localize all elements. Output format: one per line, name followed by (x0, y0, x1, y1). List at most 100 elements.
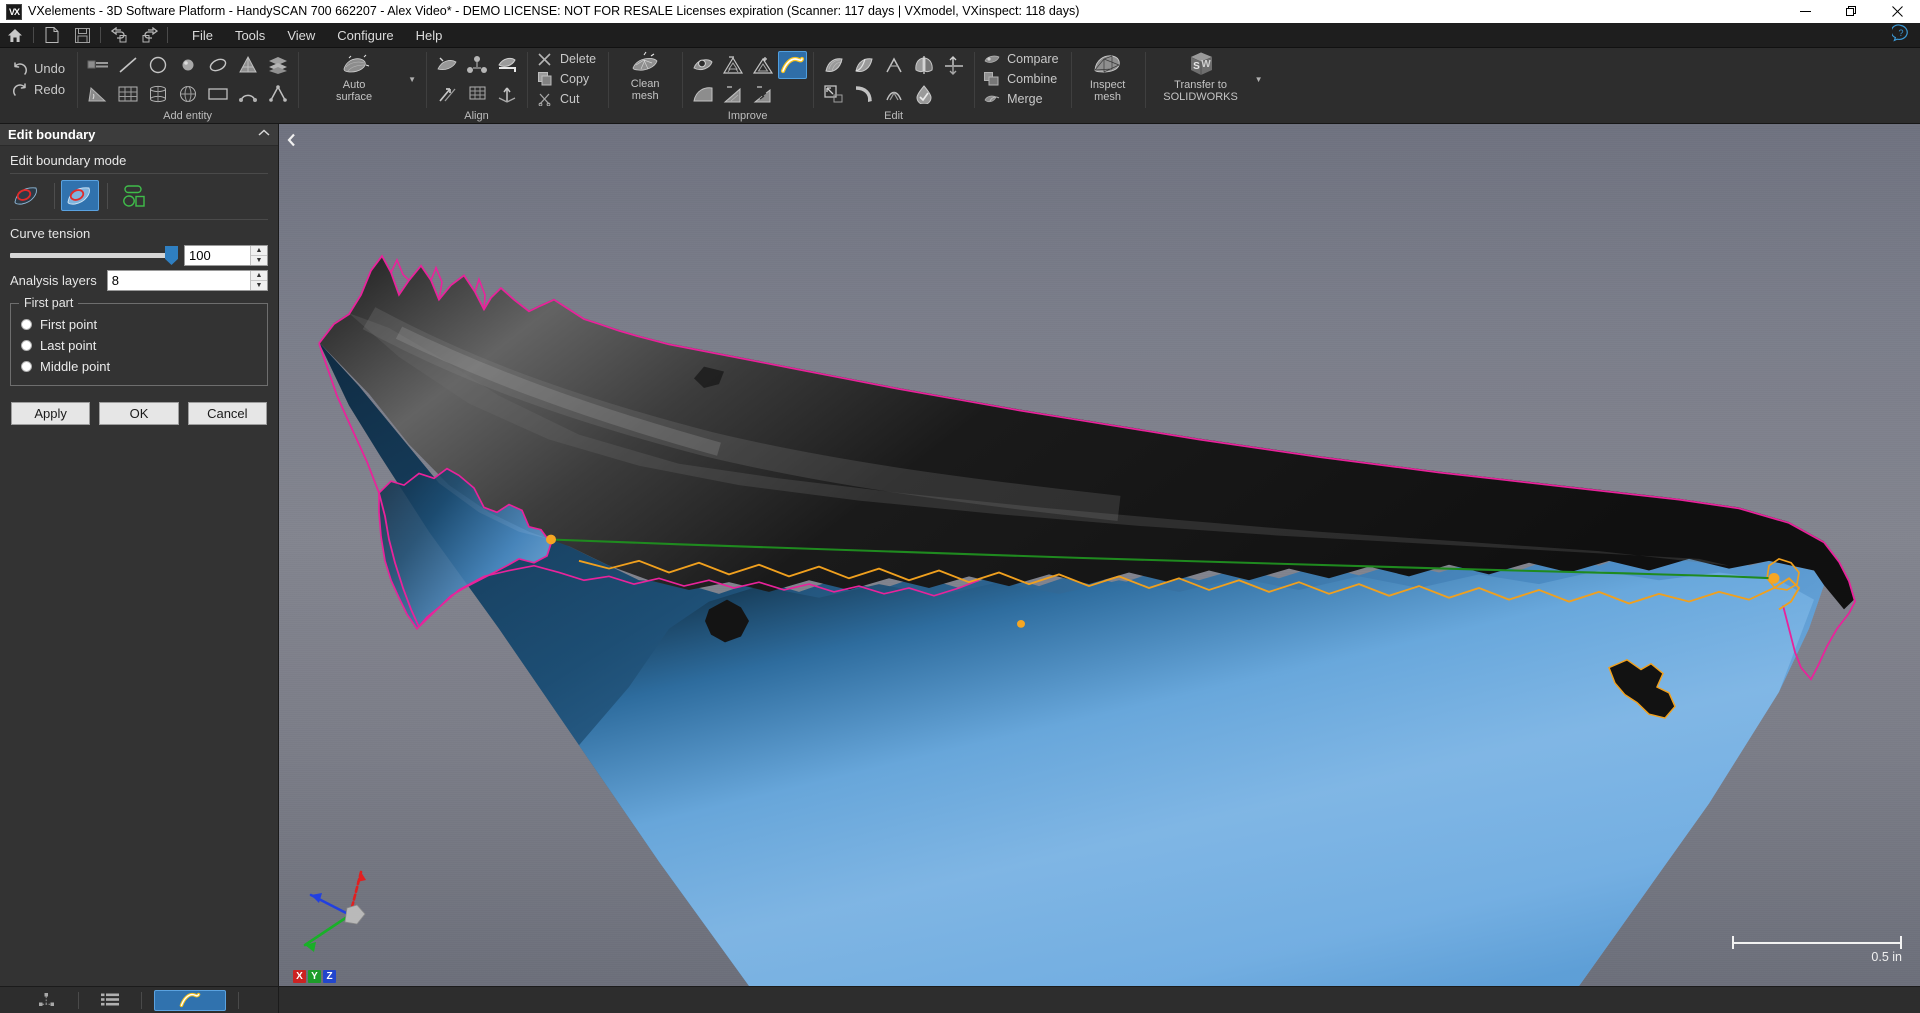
edit-boundary-icon[interactable] (778, 51, 807, 79)
delete-button[interactable]: Delete (533, 50, 602, 69)
analysis-layers-label: Analysis layers (10, 273, 97, 288)
close-button[interactable] (1874, 0, 1920, 23)
axis-align-icon[interactable] (492, 80, 521, 108)
fix-icon[interactable] (909, 80, 938, 108)
menu-item-configure[interactable]: Configure (326, 23, 404, 48)
scale-icon[interactable] (819, 80, 848, 108)
line-icon[interactable] (113, 51, 142, 79)
best-fit-align-icon[interactable] (432, 51, 461, 79)
curve-tension-decrement-button[interactable]: ▼ (251, 256, 267, 266)
radio-last-point[interactable]: Last point (19, 335, 259, 356)
3d-viewport[interactable]: X Y Z 0.5 in (279, 124, 1920, 986)
list-view-button[interactable] (91, 990, 129, 1011)
boundary-free-mode-button[interactable] (8, 180, 46, 211)
decimate-icon[interactable] (718, 51, 747, 79)
angle-icon[interactable] (263, 80, 292, 108)
menu-item-tools[interactable]: Tools (224, 23, 276, 48)
clean-mesh-button[interactable]: Cleanmesh (614, 48, 676, 110)
cone-icon[interactable] (233, 51, 262, 79)
grid-align-icon[interactable] (462, 80, 491, 108)
scale-bar-line (1732, 936, 1902, 949)
curve-tension-increment-button[interactable]: ▲ (251, 246, 267, 256)
combine-button[interactable]: Combine (980, 70, 1064, 89)
ellipse-icon[interactable] (203, 51, 232, 79)
cylinder-icon[interactable] (143, 80, 172, 108)
smooth-icon[interactable] (688, 80, 717, 108)
rectangle-icon[interactable] (203, 80, 232, 108)
plane-align-icon[interactable] (492, 51, 521, 79)
curve-tension-value[interactable]: 100 (185, 246, 250, 265)
axis-label-z: Z (323, 970, 336, 983)
ok-button[interactable]: OK (99, 402, 178, 425)
curve-tension-slider-thumb[interactable] (165, 246, 178, 265)
mirror-icon[interactable] (909, 51, 938, 79)
fillet-icon[interactable] (849, 80, 878, 108)
trim-surface-icon[interactable] (849, 51, 878, 79)
apply-button[interactable]: Apply (11, 402, 90, 425)
undo-arrow-icon (12, 62, 28, 76)
move-align-icon[interactable] (432, 80, 461, 108)
menu-item-help[interactable]: Help (405, 23, 454, 48)
first-part-legend: First part (19, 296, 78, 310)
menu-item-file[interactable]: File (181, 23, 224, 48)
redo-button[interactable]: Redo (6, 80, 71, 99)
undo-button[interactable]: Undo (6, 59, 71, 78)
curve-tension-slider[interactable] (10, 253, 174, 258)
sharpen-icon[interactable] (718, 80, 747, 108)
edit-boundary-view-button[interactable] (154, 990, 226, 1011)
compare-button[interactable]: Compare (980, 50, 1064, 69)
measure-device-icon[interactable] (83, 51, 112, 79)
chevron-up-icon[interactable] (258, 129, 270, 140)
menu-item-view[interactable]: View (276, 23, 326, 48)
circle-icon[interactable] (143, 51, 172, 79)
new-document-icon[interactable] (37, 23, 67, 48)
redo-document-icon[interactable] (134, 23, 164, 48)
grid-plane-icon[interactable] (113, 80, 142, 108)
inspect-mesh-button[interactable]: Inspectmesh (1077, 48, 1139, 110)
undo-document-icon[interactable] (104, 23, 134, 48)
transfer-to-solidworks-button[interactable]: S W Transfer toSOLIDWORKS (1151, 48, 1251, 110)
defeature-icon[interactable] (748, 80, 777, 108)
layers-icon[interactable] (263, 51, 292, 79)
curve-tension-stepper[interactable]: 100 ▲ ▼ (184, 245, 268, 266)
help-bubble-icon[interactable]: ? (1892, 24, 1910, 47)
point-align-icon[interactable] (462, 51, 491, 79)
boundary-shape-mode-button[interactable] (114, 180, 152, 211)
chevron-left-icon[interactable] (284, 132, 300, 148)
restore-button[interactable] (1828, 0, 1874, 23)
home-icon[interactable] (0, 23, 30, 48)
edit-boundary-icon (178, 991, 202, 1009)
copy-button[interactable]: Copy (533, 70, 602, 89)
edit-boundary-panel: Edit boundary Edit boundary mode (0, 124, 279, 986)
save-icon[interactable] (67, 23, 97, 48)
ribbon-group-clean-mesh: Cleanmesh (608, 48, 682, 124)
cut-button[interactable]: Cut (533, 90, 602, 109)
control-point-end (1769, 573, 1780, 584)
transfer-dropdown-icon[interactable]: ▼ (1251, 75, 1267, 84)
arc-icon[interactable] (233, 80, 262, 108)
plane-icon[interactable] (83, 80, 112, 108)
divider (54, 183, 55, 209)
nodes-view-button[interactable] (28, 990, 66, 1011)
analysis-layers-value[interactable]: 8 (108, 271, 250, 290)
analysis-layers-stepper[interactable]: 8 ▲ ▼ (107, 270, 268, 291)
boundary-curve-mode-button[interactable] (61, 180, 99, 211)
analysis-layers-increment-button[interactable]: ▲ (251, 271, 267, 281)
offset-icon[interactable] (939, 51, 968, 79)
extend-surface-icon[interactable] (819, 51, 848, 79)
radio-first-point[interactable]: First point (19, 314, 259, 335)
sphere-icon[interactable] (173, 51, 202, 79)
fill-hole-icon[interactable] (688, 51, 717, 79)
subdivide-icon[interactable] (748, 51, 777, 79)
minimize-button[interactable] (1782, 0, 1828, 23)
vx-logo-icon: VX (6, 4, 22, 20)
bridge-icon[interactable] (879, 51, 908, 79)
radio-middle-point[interactable]: Middle point (19, 356, 259, 377)
cancel-button[interactable]: Cancel (188, 402, 267, 425)
auto-surface-dropdown-icon[interactable]: ▼ (404, 75, 420, 84)
taper-icon[interactable] (879, 80, 908, 108)
auto-surface-button[interactable]: Autosurface (304, 48, 404, 110)
analysis-layers-decrement-button[interactable]: ▼ (251, 281, 267, 291)
merge-button[interactable]: Merge (980, 90, 1064, 109)
globe-icon[interactable] (173, 80, 202, 108)
